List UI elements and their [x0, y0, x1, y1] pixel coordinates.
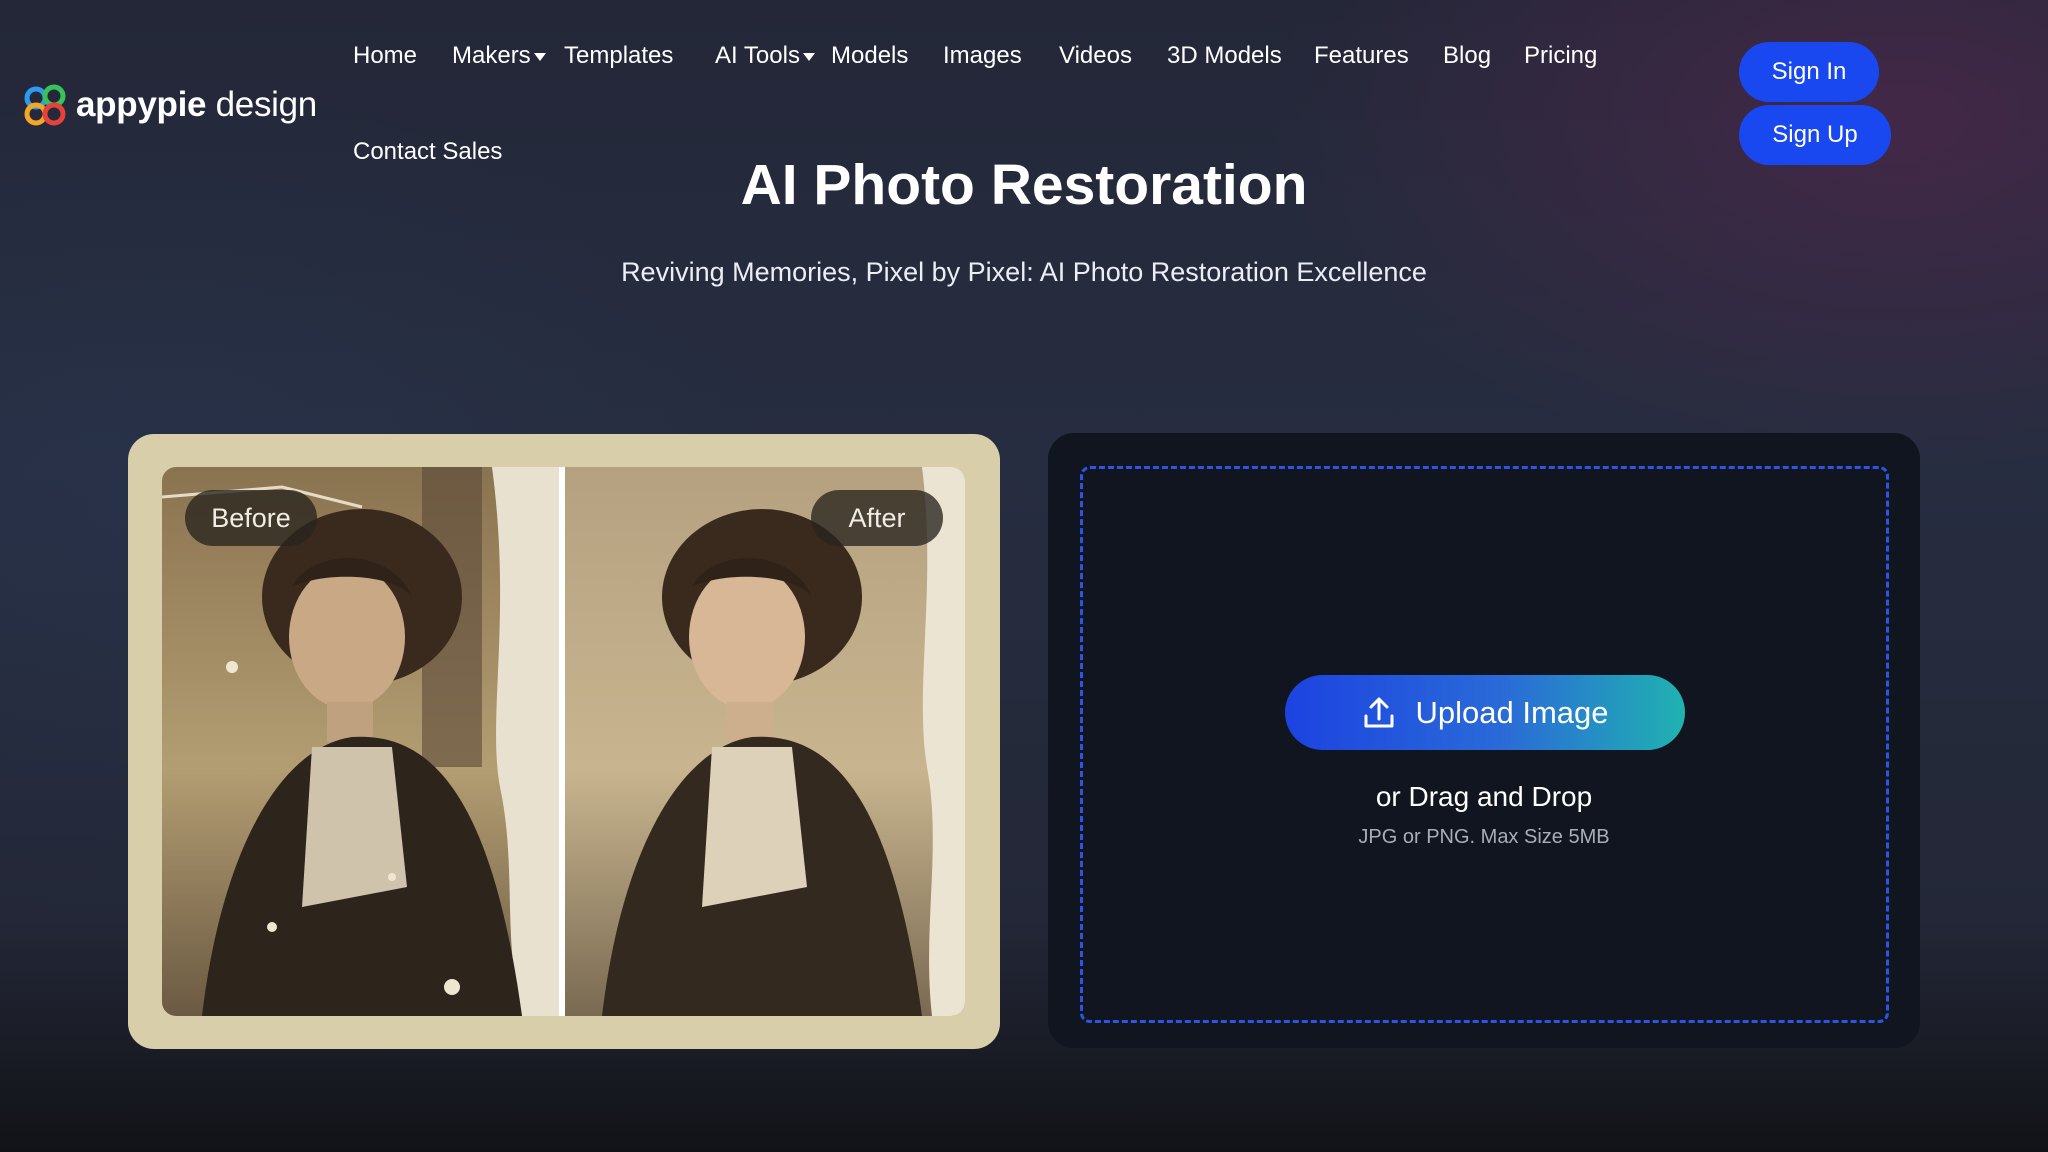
nav-blog-label: Blog [1443, 42, 1492, 69]
sign-in-label: Sign In [1771, 58, 1847, 85]
upload-image-button[interactable]: Upload Image [1285, 675, 1685, 750]
portrait-illustration [162, 467, 965, 1016]
sign-in-button[interactable]: Sign In [1739, 42, 1879, 102]
nav-3d-models[interactable]: 3D Models [1167, 40, 1282, 72]
nav-videos-label: Videos [1059, 42, 1132, 69]
before-after-comparison: Before After [128, 434, 1000, 1049]
nav-features[interactable]: Features [1314, 40, 1409, 72]
after-label: After [811, 490, 943, 546]
comparison-photo [162, 467, 965, 1016]
logo-suffix: design [215, 85, 318, 124]
nav-3d-models-label: 3D Models [1167, 42, 1282, 69]
nav-makers-label: Makers [452, 42, 531, 69]
upload-icon [1364, 697, 1394, 727]
before-label-text: Before [211, 502, 291, 533]
upload-image-label: Upload Image [1415, 694, 1609, 730]
file-hint-text: JPG or PNG. Max Size 5MB [1358, 826, 1610, 848]
nav-ai-tools[interactable]: AI Tools [715, 40, 815, 72]
chevron-down-icon [533, 52, 546, 61]
sign-up-label: Sign Up [1772, 121, 1858, 148]
brand-logo[interactable]: appypie design [22, 80, 322, 130]
appypie-logo-icon [24, 84, 66, 126]
logo-wordmark: appypie design [76, 85, 317, 125]
drag-drop-text: or Drag and Drop [1375, 781, 1593, 812]
chevron-down-icon [802, 52, 815, 61]
after-label-text: After [848, 502, 906, 533]
nav-features-label: Features [1314, 42, 1409, 69]
nav-images-label: Images [943, 42, 1022, 69]
nav-makers[interactable]: Makers [452, 40, 546, 72]
nav-pricing[interactable]: Pricing [1524, 40, 1597, 72]
logo-brand: appypie [76, 85, 207, 124]
nav-ai-tools-label: AI Tools [715, 42, 800, 69]
page-subtitle: Reviving Memories, Pixel by Pixel: AI Ph… [621, 257, 1427, 287]
nav-templates[interactable]: Templates [564, 40, 673, 72]
nav-home[interactable]: Home [353, 40, 417, 72]
nav-blog[interactable]: Blog [1443, 40, 1491, 72]
nav-images[interactable]: Images [943, 40, 1022, 72]
page-title: AI Photo Restoration [740, 153, 1308, 217]
nav-pricing-label: Pricing [1524, 42, 1598, 69]
nav-videos[interactable]: Videos [1059, 40, 1132, 72]
nav-models[interactable]: Models [831, 40, 908, 72]
nav-models-label: Models [831, 42, 909, 69]
nav-home-label: Home [353, 42, 418, 69]
nav-templates-label: Templates [564, 42, 674, 69]
before-label: Before [185, 490, 317, 546]
